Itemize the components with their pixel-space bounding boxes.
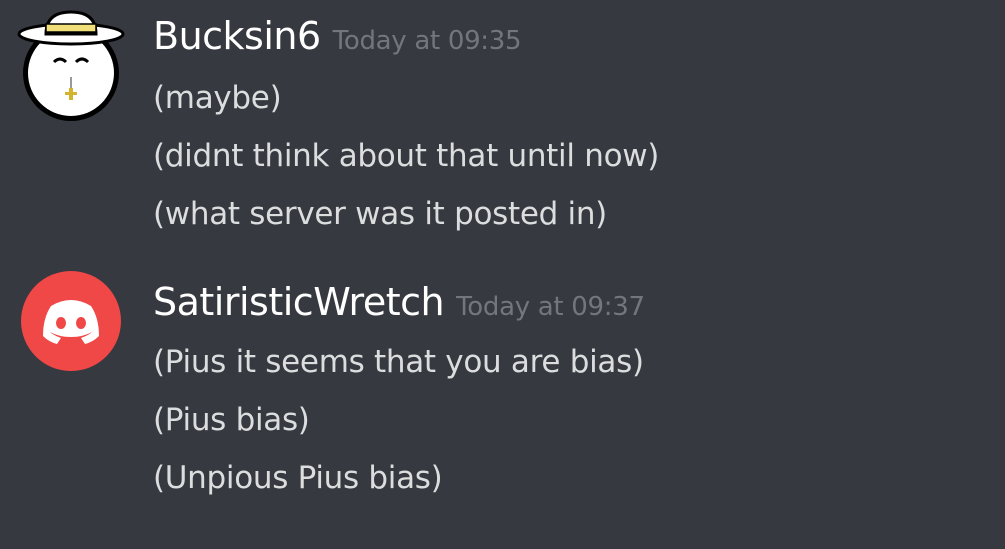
user-avatar[interactable]: [21, 271, 121, 371]
username[interactable]: Bucksin6: [153, 14, 321, 58]
message-header: SatiristicWretch Today at 09:37: [153, 280, 645, 330]
timestamp: Today at 09:35: [332, 26, 522, 56]
user-avatar[interactable]: [17, 0, 125, 121]
message-text: (Unpious Pius bias): [153, 460, 443, 496]
message-header: Bucksin6 Today at 09:35: [153, 14, 522, 64]
message-text: (what server was it posted in): [153, 196, 607, 232]
pope-hat-avatar-icon: [17, 10, 125, 121]
discord-logo-icon: [43, 300, 99, 344]
message-text: (maybe): [153, 80, 282, 116]
message-text: (didnt think about that until now): [153, 138, 660, 174]
username[interactable]: SatiristicWretch: [153, 280, 445, 324]
timestamp: Today at 09:37: [456, 292, 645, 322]
message-text: (Pius it seems that you are bias): [153, 344, 644, 380]
message-text: (Pius bias): [153, 402, 310, 438]
